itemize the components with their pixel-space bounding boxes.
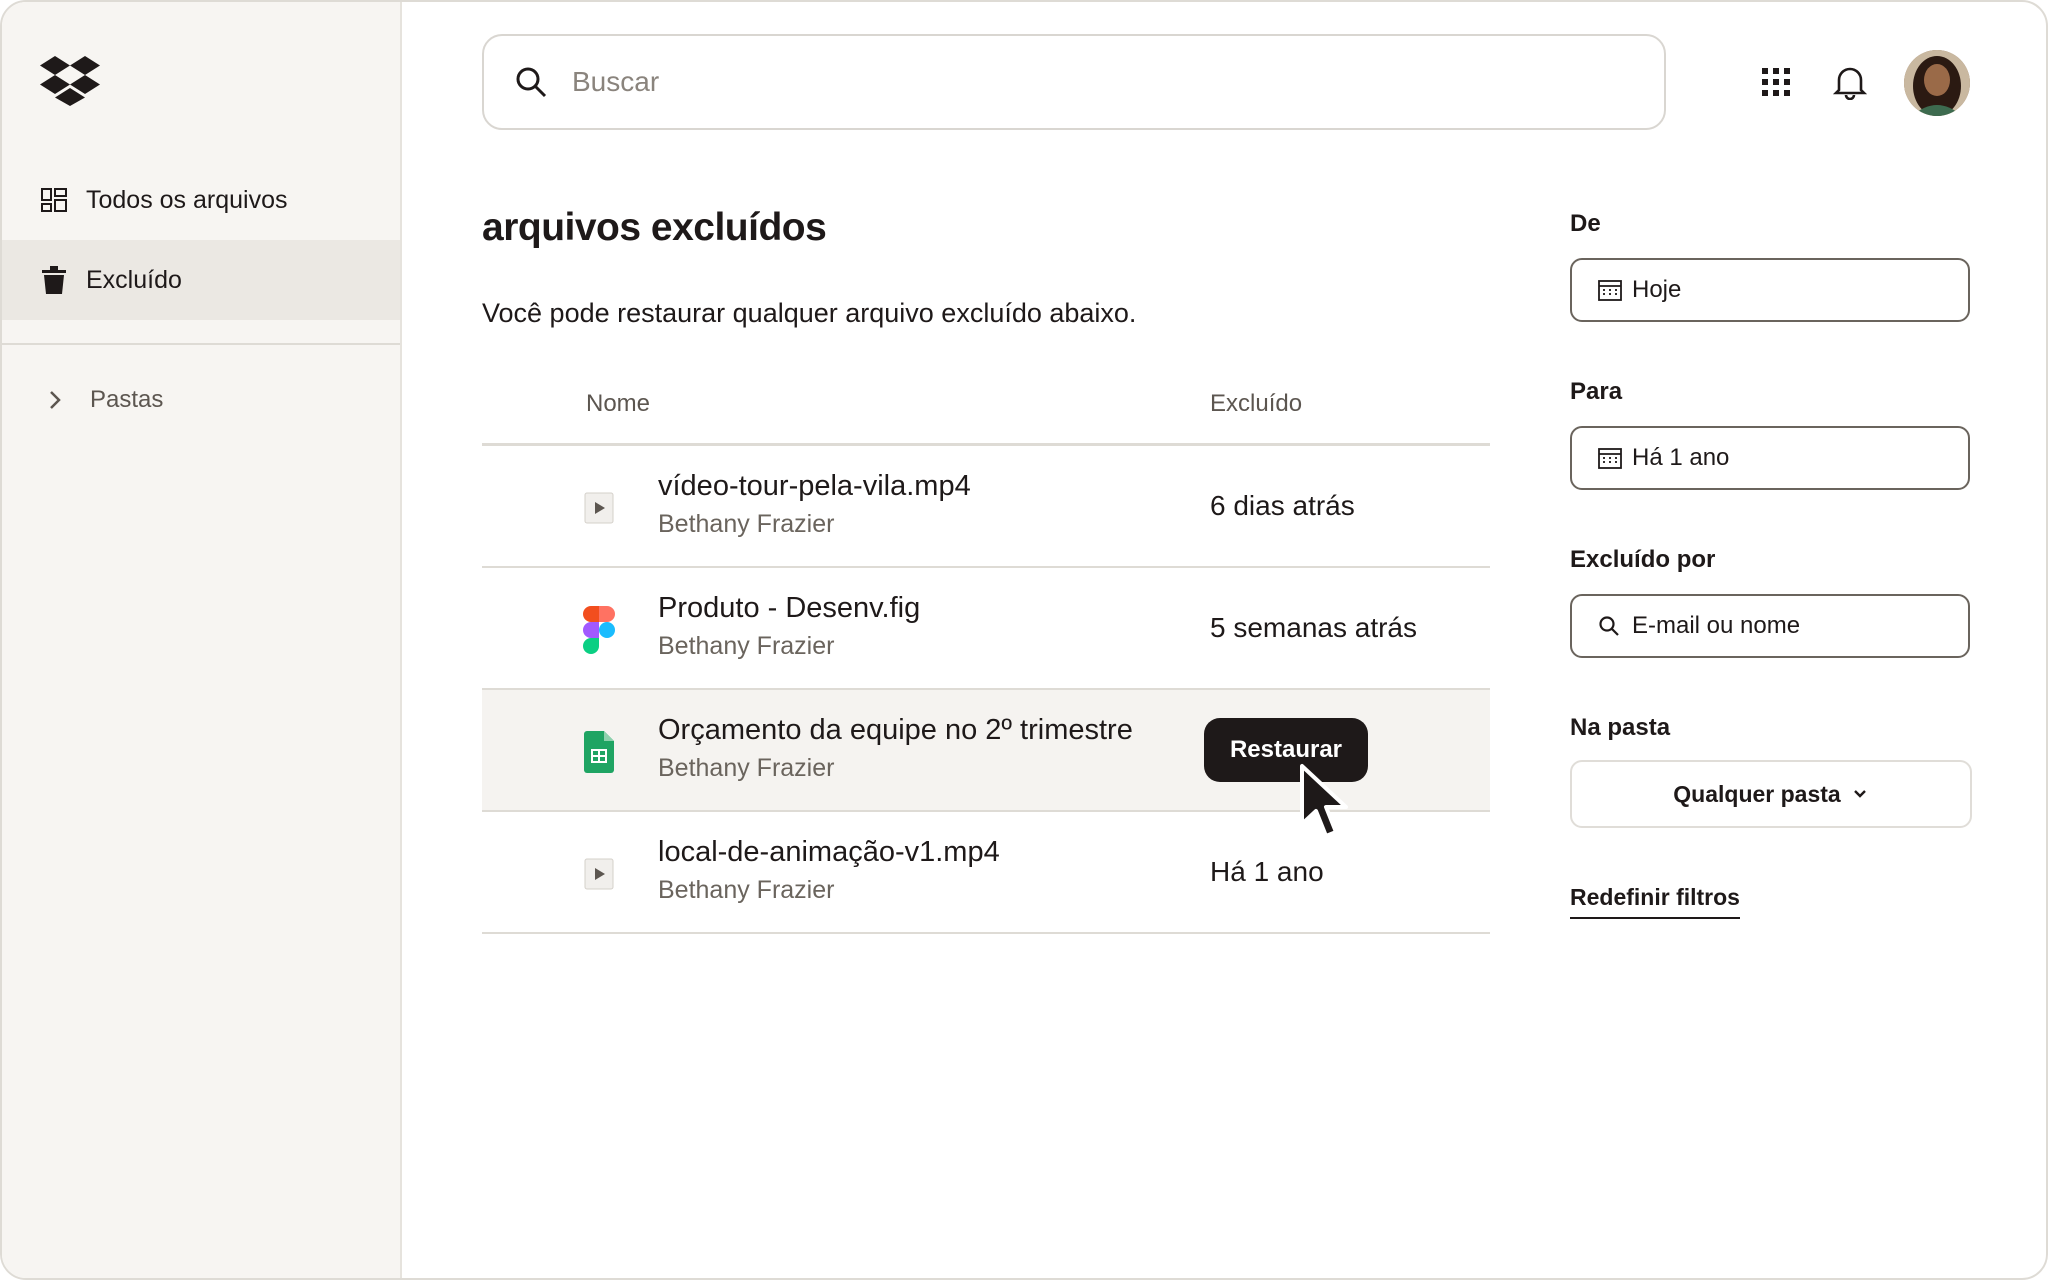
folders-label: Pastas [90,386,164,413]
all-files-icon [40,186,68,214]
filter-from-field[interactable]: Hoje [1570,258,1970,322]
app-window: Todos os arquivos Excluído Pastas Buscar… [0,0,2048,1280]
sidebar-divider [2,343,400,345]
filter-from-label: De [1570,210,1601,237]
filter-deleted-by-label: Excluído por [1570,546,1716,573]
filter-to-field[interactable]: Há 1 ano [1570,426,1970,490]
table-row[interactable]: vídeo-tour-pela-vila.mp4 Bethany Frazier… [482,446,1490,568]
file-name: local-de-animação-v1.mp4 [658,836,1000,868]
dropbox-logo-icon[interactable] [40,56,100,106]
file-deleted-time: Há 1 ano [1210,856,1324,887]
search-icon [516,67,547,98]
folder-select-value: Qualquer pasta [1673,780,1841,807]
spreadsheet-icon [582,730,616,774]
bell-icon[interactable] [1828,60,1872,104]
calendar-icon [1598,446,1622,470]
search-input[interactable] [572,66,1572,98]
file-name: vídeo-tour-pela-vila.mp4 [658,470,971,502]
video-file-icon [582,486,616,530]
search-icon [1598,614,1622,638]
apps-grid-icon[interactable] [1754,60,1798,104]
sidebar-item-label: Excluído [86,265,182,294]
filter-deleted-by-field[interactable]: E-mail ou nome [1570,594,1970,658]
file-deleted-time: 5 semanas atrás [1210,612,1417,643]
filter-to-value: Há 1 ano [1632,444,1730,471]
table-header: Nome Excluído [482,374,1490,446]
mouse-cursor-icon [1300,764,1348,838]
column-header-deleted[interactable]: Excluído [1210,390,1302,418]
file-owner: Bethany Frazier [658,510,835,538]
sidebar-item-all-files[interactable]: Todos os arquivos [2,160,400,240]
figma-icon [582,606,616,654]
filter-from-value: Hoje [1632,276,1682,303]
sidebar-item-deleted[interactable]: Excluído [2,240,400,320]
avatar[interactable] [1904,50,1970,116]
column-header-name[interactable]: Nome [586,390,650,418]
file-owner: Bethany Frazier [658,754,835,782]
file-deleted-time: 6 dias atrás [1210,490,1355,521]
page-title: arquivos excluídos [482,206,827,249]
deleted-files-table: Nome Excluído vídeo-tour-pela-vila.mp4 B… [482,374,1490,934]
filter-deleted-by-placeholder: E-mail ou nome [1632,612,1801,639]
chevron-right-icon [50,391,61,409]
chevron-down-icon [1853,790,1866,798]
sidebar: Todos os arquivos Excluído Pastas [2,2,402,1278]
file-name: Orçamento da equipe no 2º trimestre [658,714,1133,746]
search-bar[interactable] [482,34,1666,130]
video-file-icon [582,852,616,896]
trash-icon [40,266,68,294]
filter-to-label: Para [1570,378,1623,405]
file-name: Produto - Desenv.fig [658,592,921,624]
folder-select[interactable]: Qualquer pasta [1570,760,1972,828]
sidebar-item-folders[interactable]: Pastas [42,380,163,420]
page-description: Você pode restaurar qualquer arquivo exc… [482,298,1137,328]
filter-folder-label: Na pasta [1570,714,1671,741]
calendar-icon [1598,278,1622,302]
file-owner: Bethany Frazier [658,632,835,660]
reset-filters-link[interactable]: Redefinir filtros [1570,884,1740,919]
file-owner: Bethany Frazier [658,876,835,904]
sidebar-item-label: Todos os arquivos [86,185,288,214]
table-row[interactable]: Produto - Desenv.fig Bethany Frazier 5 s… [482,568,1490,690]
